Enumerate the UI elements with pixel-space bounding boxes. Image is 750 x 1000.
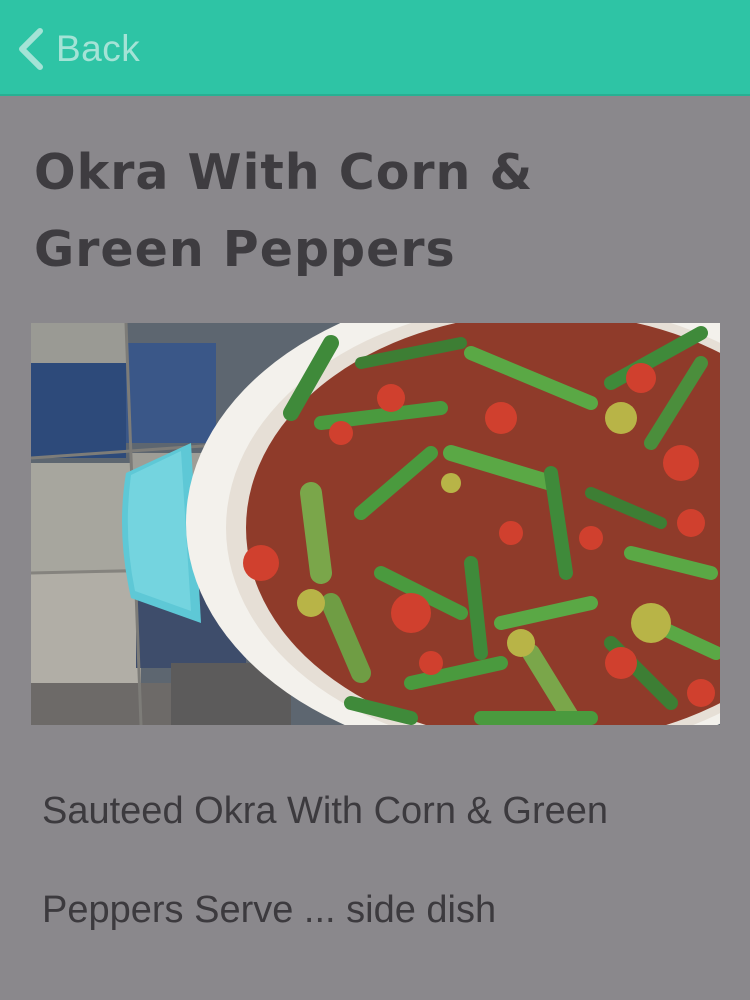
back-label: Back	[56, 28, 141, 69]
chevron-left-icon	[14, 27, 46, 71]
recipe-description: Sauteed Okra With Corn & Green Peppers S…	[42, 790, 609, 931]
back-button[interactable]: Back	[14, 24, 140, 74]
recipe-photo	[31, 323, 720, 725]
page-title: Okra With Corn & Green Peppers	[34, 144, 534, 278]
top-app-bar: Back	[0, 0, 750, 96]
